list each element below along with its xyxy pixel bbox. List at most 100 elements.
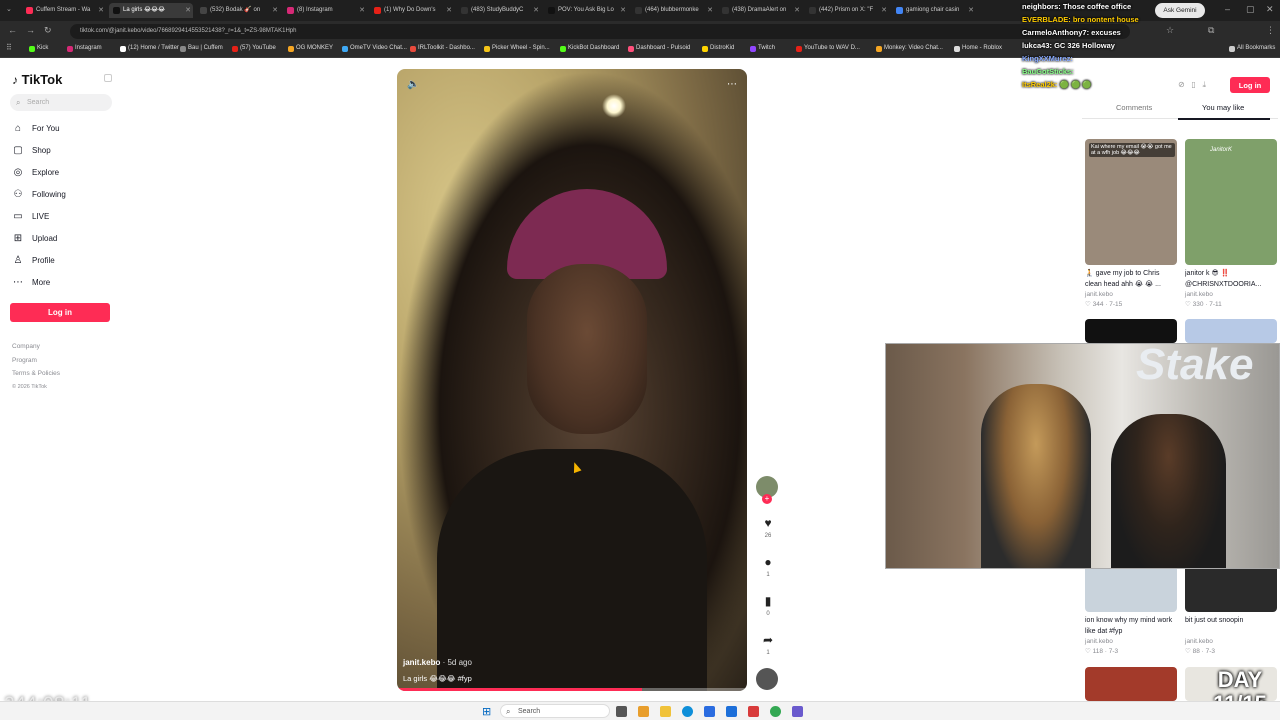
bookmark-item[interactable]: Home - Roblox [953, 45, 1002, 52]
bookmark-item[interactable]: (12) Home / Twitter [119, 45, 179, 52]
tiktok-logo[interactable]: ♪ TikTok [12, 72, 62, 87]
taskbar-search-input[interactable]: ⌕ Search [500, 704, 610, 718]
footer-link[interactable]: Company [12, 343, 40, 350]
share-action[interactable]: ➦ 1 [758, 633, 778, 656]
bookmark-item[interactable]: Instagram [66, 45, 102, 52]
follow-plus-icon[interactable]: + [762, 494, 772, 504]
card-title[interactable]: 🧎 gave my job to Chris clean head ahh 😭 … [1085, 268, 1177, 290]
video-thumbnail[interactable] [1185, 319, 1277, 343]
reload-icon[interactable]: ↻ [44, 25, 52, 36]
start-icon[interactable]: ⊞ [482, 705, 491, 718]
footer-link[interactable]: Program [12, 357, 37, 364]
tab-close-icon[interactable]: ✕ [881, 3, 887, 18]
video-thumbnail[interactable] [1085, 319, 1177, 343]
music-disc-icon[interactable] [756, 668, 778, 690]
footer-link[interactable]: Terms & Policies [12, 370, 60, 377]
url-field[interactable]: tiktok.com/@janit.kebo/video/76689294145… [70, 24, 1130, 39]
tab-close-icon[interactable]: ✕ [98, 3, 104, 18]
task-view-icon[interactable] [616, 706, 627, 717]
file-explorer-icon[interactable] [660, 706, 671, 717]
browser-tab[interactable]: (483) StudyBuddyC ✕ [457, 3, 541, 18]
recommended-video-card[interactable]: janitor k 😎 ‼️ @CHRISNXTDOORIA... janit.k… [1185, 139, 1277, 308]
nav-item-following[interactable]: ⚇ Following [12, 188, 66, 202]
login-button-top[interactable]: Log in [1230, 77, 1270, 93]
chrome-icon[interactable] [770, 706, 781, 717]
tab-close-icon[interactable]: ✕ [707, 3, 713, 18]
edge-icon[interactable] [682, 706, 693, 717]
browser-tab[interactable]: (464) blubbermonke ✕ [631, 3, 715, 18]
video-thumbnail[interactable] [1085, 139, 1177, 265]
browser-tab[interactable]: gamiong chair casin ✕ [892, 3, 976, 18]
video-progress-track[interactable] [397, 688, 747, 691]
tab-search-chevron-icon[interactable]: ⌄ [6, 5, 12, 13]
video-username[interactable]: janit.kebo [403, 658, 440, 667]
bookmark-item[interactable]: Dashboard - Pulsoid [627, 45, 690, 52]
nav-item-shop[interactable]: ▢ Shop [12, 144, 50, 158]
video-more-icon[interactable]: ⋯ [727, 79, 737, 90]
bookmark-item[interactable]: IRLToolkit - Dashbo... [409, 45, 475, 52]
extensions-icon[interactable]: ⧉ [1208, 25, 1214, 36]
tab-close-icon[interactable]: ✕ [968, 3, 974, 18]
tab-close-icon[interactable]: ✕ [185, 3, 191, 18]
bookmark-item[interactable]: Monkey: Video Chat... [875, 45, 943, 52]
card-username[interactable]: janit.kebo [1185, 638, 1277, 645]
maximize-icon[interactable]: ▢ [1246, 4, 1255, 15]
browser-tab[interactable]: (532) Bodak 🎸 on ✕ [196, 3, 280, 18]
bookmark-item[interactable]: OmeTV Video Chat... [341, 45, 407, 52]
bookmark-item[interactable]: Bau | Cuffem [179, 45, 223, 52]
bookmark-item[interactable]: DistroKid [701, 45, 734, 52]
comment-action[interactable]: ● 1 [758, 555, 778, 578]
tab-close-icon[interactable]: ✕ [359, 3, 365, 18]
back-icon[interactable]: ← [8, 25, 17, 35]
browser-tab[interactable]: (442) Prism on X: "F ✕ [805, 3, 889, 18]
tab-close-icon[interactable]: ✕ [272, 3, 278, 18]
video-thumbnail[interactable] [1085, 667, 1177, 701]
copilot-icon[interactable] [638, 706, 649, 717]
bookmark-item[interactable]: Kick [28, 45, 48, 52]
card-username[interactable]: janit.kebo [1185, 291, 1277, 298]
nav-item-upload[interactable]: ⊞ Upload [12, 232, 58, 246]
tab-close-icon[interactable]: ✕ [446, 3, 452, 18]
browser-tab[interactable]: (1) Why Do Down's ✕ [370, 3, 454, 18]
nav-item-explore[interactable]: ◎ Explore [12, 166, 60, 180]
browser-tab[interactable]: Cuffem Stream - Wa ✕ [22, 3, 106, 18]
card-title[interactable]: janitor k 😎 ‼️ @CHRISNXTDOORIA... [1185, 268, 1277, 290]
browser-tab[interactable]: POV: You Ask Big Lo ✕ [544, 3, 628, 18]
volume-icon[interactable]: 🔈 [407, 79, 419, 90]
tab-close-icon[interactable]: ✕ [794, 3, 800, 18]
ask-gemini-button[interactable]: Ask Gemini [1155, 3, 1205, 18]
download-icon[interactable]: ⤓ [1202, 80, 1206, 89]
video-player[interactable]: 🔈 ⋯ janit.kebo · 5d ago La girls 😂😂😂 #fy… [397, 69, 747, 691]
app-icon-red[interactable] [748, 706, 759, 717]
bookmark-item[interactable]: (57) YouTube [231, 45, 276, 52]
mail-icon[interactable] [726, 706, 737, 717]
apps-icon[interactable]: ⠿ [6, 43, 12, 52]
nav-item-more[interactable]: ⋯ More [12, 276, 50, 290]
bookmark-star-icon[interactable]: ☆ [1166, 25, 1174, 36]
bookmark-item[interactable]: Picker Wheel - Spin... [483, 45, 550, 52]
recommended-video-card[interactable]: 🧎 gave my job to Chris clean head ahh 😭 … [1085, 139, 1177, 308]
collapse-sidebar-icon[interactable] [104, 74, 112, 82]
card-username[interactable]: janit.kebo [1085, 291, 1177, 298]
bookmark-action[interactable]: ▮ 0 [758, 594, 778, 617]
close-window-icon[interactable]: ✕ [1266, 4, 1274, 15]
bookmark-item[interactable]: Twitch [749, 45, 775, 52]
video-author[interactable]: janit.kebo · 5d ago [403, 658, 472, 667]
browser-tab[interactable]: (8) Instagram ✕ [283, 3, 367, 18]
nav-item-profile[interactable]: ♙ Profile [12, 254, 55, 268]
bookmark-item[interactable]: OG MONKEY [287, 45, 333, 52]
nav-item-for-you[interactable]: ⌂ For You [12, 122, 60, 136]
login-button[interactable]: Log in [10, 303, 110, 322]
bookmark-item[interactable]: YouTube to WAV D... [795, 45, 860, 52]
search-input[interactable]: ⌕ Search [10, 94, 112, 111]
device-icon[interactable]: ▯ [1191, 80, 1195, 89]
link-icon[interactable]: ⊘ [1178, 80, 1185, 89]
forward-icon[interactable]: → [26, 25, 35, 35]
app-icon-purple[interactable] [792, 706, 803, 717]
tab-comments[interactable]: Comments [1116, 103, 1152, 112]
tab-you-may-like[interactable]: You may like [1202, 103, 1244, 112]
nav-item-live[interactable]: ▭ LIVE [12, 210, 49, 224]
card-title[interactable]: ion know why my mind work like dat #fyp [1085, 615, 1177, 637]
minimize-icon[interactable]: – [1225, 4, 1230, 14]
store-icon[interactable] [704, 706, 715, 717]
